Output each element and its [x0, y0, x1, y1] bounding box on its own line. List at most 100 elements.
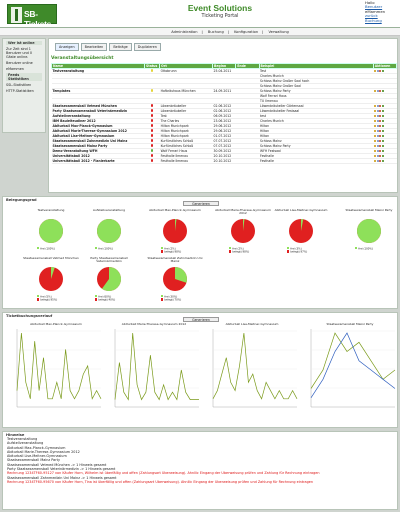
feeds-heading: Feeds Statistiken: [6, 73, 42, 81]
ssl-stats-link[interactable]: SSL-Statistiken: [6, 83, 42, 87]
pie-slice-frei: [357, 219, 381, 243]
status-dot-icon: [150, 114, 154, 117]
nav-administration[interactable]: Administration: [171, 30, 197, 34]
occupancy-pie: Testveranstaltung frei (100%): [23, 209, 79, 259]
online-heading: Wer ist online: [6, 41, 42, 45]
legend-label: belegt (98%): [232, 250, 250, 254]
status-dot-icon: [150, 129, 154, 132]
event-location: Festhalle Ilmenau: [159, 158, 213, 164]
legend-entry: belegt (97%): [287, 250, 329, 254]
nav-verwaltung[interactable]: Verwaltung: [269, 30, 289, 34]
line-chart-plot: [212, 329, 298, 408]
view-icon[interactable]: [381, 105, 384, 107]
event-start: 20.10.2012: [212, 158, 236, 164]
view-icon[interactable]: [381, 120, 384, 122]
view-icon[interactable]: [381, 145, 384, 147]
status-dot-icon: [150, 119, 154, 122]
view-icon[interactable]: [381, 155, 384, 157]
status-dot-icon: [150, 89, 154, 92]
online-user-link[interactable]: eMammen: [6, 67, 42, 71]
pie-slice-frei: [97, 219, 121, 243]
pie-title: Aufstellveranstaltung: [92, 209, 126, 212]
legend-label: frei (100%): [40, 247, 55, 251]
logo-text: SB-Tickets: [24, 9, 52, 29]
line-chart-plot: [16, 329, 102, 408]
legend-entry: frei (100%): [37, 247, 79, 250]
main-nav: Administration | Buchung | Konfiguration | …: [0, 28, 400, 36]
view-icon[interactable]: [381, 70, 384, 72]
tab-duplizieren[interactable]: Duplizieren: [133, 43, 161, 51]
nav-konfiguration[interactable]: Konfiguration: [234, 30, 258, 34]
legend-label: belegt (98%): [164, 250, 182, 254]
event-end: [235, 158, 260, 164]
pie-chart: [357, 219, 381, 243]
view-icon[interactable]: [381, 140, 384, 142]
site-title: Event Solutions: [187, 3, 253, 13]
ticket-icon: [11, 7, 22, 23]
site-subtitle: Ticketing Portal: [201, 14, 239, 19]
chart-axis: [212, 329, 297, 408]
table-row[interactable]: Universitätsball 2012 - Flanierkarte Fest…: [51, 158, 397, 164]
occupancy-pie: Aufstellveranstaltung frei (100%): [81, 209, 137, 259]
tab-beitraege[interactable]: Beiträge: [109, 43, 132, 51]
pie-title: Abiturball Max-Planck-Gymnasium: [149, 209, 201, 212]
legend-entry: belegt (95%): [37, 298, 79, 302]
tab-bearbeiten[interactable]: Bearbeiten: [80, 43, 108, 51]
pie-legend: frei (2%) belegt (98%): [215, 247, 271, 254]
pie-title: Staatsexamensball Vetmed München: [23, 257, 79, 260]
online-users-label: Benutzer online: [6, 61, 33, 65]
line-chart-plot: [310, 329, 396, 408]
header: SB-Tickets Event Solutions Ticketing Por…: [0, 0, 400, 29]
pie-chart: [289, 219, 313, 243]
http-stats-link[interactable]: HTTP-Statistiken: [6, 89, 42, 93]
legend-label: belegt (70%): [164, 298, 182, 302]
pie-legend: frei (30%) belegt (70%): [147, 295, 203, 302]
occupancy-generate-button[interactable]: Generieren: [183, 201, 219, 206]
legend-label: belegt (40%): [98, 298, 116, 302]
nav-buchung[interactable]: Buchung: [208, 30, 224, 34]
status-cell: [144, 158, 160, 164]
pie-chart: [231, 219, 255, 243]
invoice-warning: Rechnung 1234TF60-95670 von Käufer Horn,…: [7, 479, 314, 484]
pie-chart: [39, 267, 63, 291]
pie-title: Abiturball Marie-Therese-Gymnasium 2012: [215, 209, 271, 216]
occupancy-pie: Staatsexamensball Mainz Party frei (100%): [341, 209, 397, 259]
booking-link[interactable]: Buchung: [365, 18, 385, 23]
view-icon[interactable]: [381, 115, 384, 117]
status-dot-icon: [150, 144, 154, 147]
pie-legend: frei (100%): [23, 247, 79, 250]
view-icon[interactable]: [381, 125, 384, 127]
logo[interactable]: SB-Tickets: [7, 4, 57, 29]
pie-legend: frei (2%) belegt (98%): [147, 247, 203, 254]
event-table: Name Status Ort Beginn Ende Beispiel Aktionen …: [50, 63, 398, 164]
view-icon[interactable]: [381, 90, 384, 92]
pie-title: Staatsexamensball Zahnmedizin Uni Mainz: [147, 257, 203, 264]
view-icon[interactable]: [381, 130, 384, 132]
pie-legend: frei (60%) belegt (40%): [81, 295, 137, 302]
legend-label: belegt (97%): [290, 250, 308, 254]
booking-line-chart: Staatsexamensball Mainz Party: [303, 322, 397, 423]
occupancy-pie: Party Staatsexamensball Veterinärmedizin…: [81, 257, 137, 307]
view-icon[interactable]: [381, 150, 384, 152]
actions-cell: [373, 158, 397, 164]
legend-label: frei (100%): [358, 247, 373, 251]
status-dot-icon: [150, 154, 154, 157]
legend-entry: frei (100%): [95, 247, 137, 250]
tab-bar: Anzeigen Bearbeiten Beiträge Duplizieren: [55, 43, 163, 51]
pie-title: Testveranstaltung: [37, 209, 65, 212]
view-icon[interactable]: [381, 110, 384, 112]
booking-history-title: Ticketbuchungsverlauf: [6, 314, 53, 318]
booking-line-chart: Abiturball Max-Planck-Gymnasium: [9, 322, 103, 423]
occupancy-pie: Abiturball Max-Planck-Gymnasium frei (2%)…: [147, 209, 203, 259]
status-dot-icon: [150, 134, 154, 137]
booking-history-generate-button[interactable]: Generieren: [183, 317, 219, 322]
event-overview-panel: Anzeigen Bearbeiten Beiträge Duplizieren Ve…: [48, 38, 398, 193]
status-dot-icon: [150, 104, 154, 107]
tab-anzeigen[interactable]: Anzeigen: [55, 43, 79, 51]
event-name: Universitätsball 2012 - Flanierkarte: [51, 158, 145, 164]
pie-legend: frei (100%): [341, 247, 397, 250]
view-icon[interactable]: [381, 135, 384, 137]
series-line: [16, 332, 102, 400]
occupancy-pie: Staatsexamensball Vetmed München frei (5%…: [23, 257, 79, 307]
view-icon[interactable]: [381, 160, 384, 162]
